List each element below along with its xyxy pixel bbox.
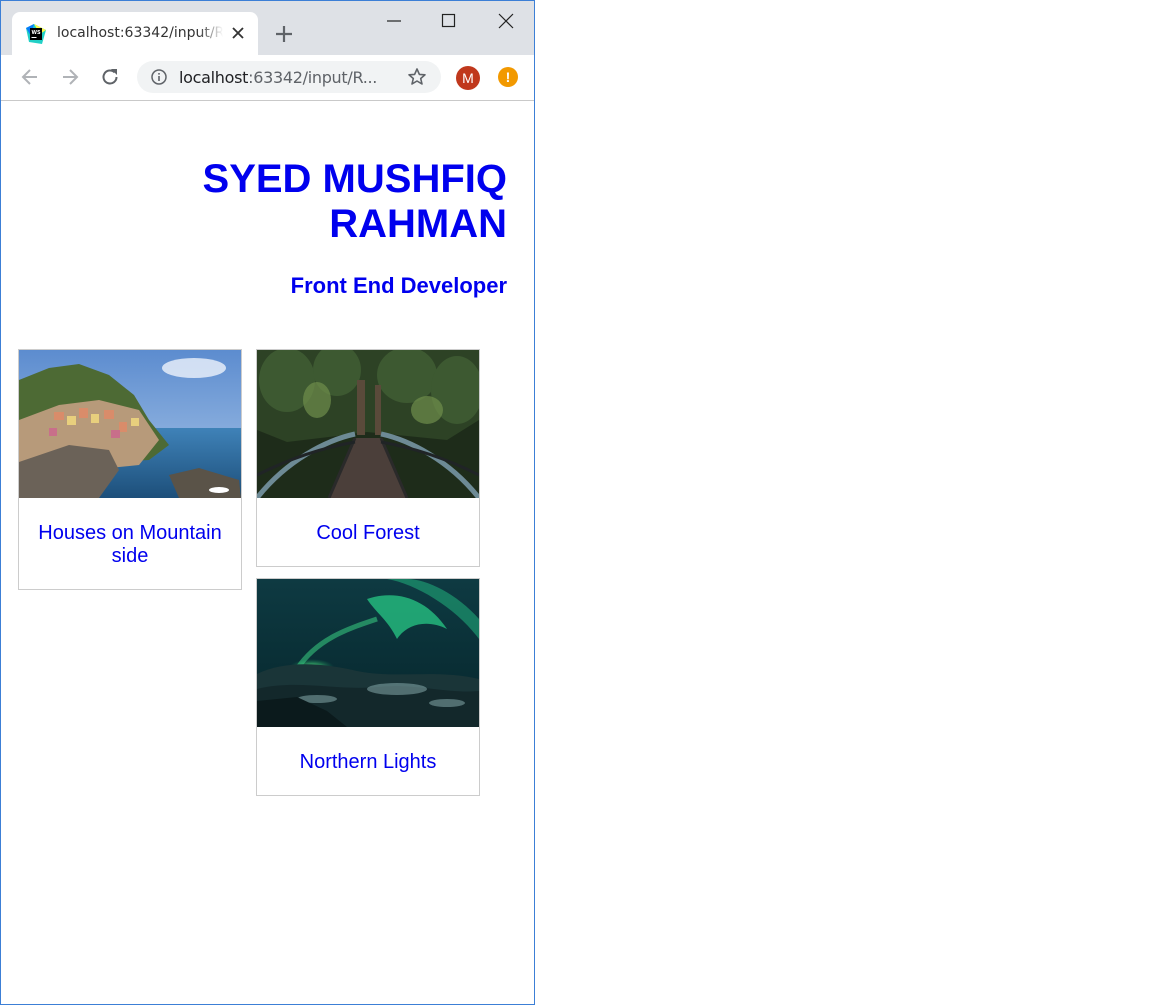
forward-icon[interactable] xyxy=(58,65,82,89)
address-bar[interactable]: localhost:63342/input/R... xyxy=(137,61,441,93)
reload-icon[interactable] xyxy=(98,65,122,89)
card-caption[interactable]: Northern Lights xyxy=(257,727,479,795)
browser-tab[interactable]: WS localhost:63342/input/RWD xyxy=(12,12,258,55)
photo-northern-lights xyxy=(257,579,479,727)
alert-icon[interactable]: ! xyxy=(498,67,518,87)
gallery-card[interactable]: Houses on Mountain side xyxy=(18,349,242,590)
gallery-card[interactable]: Cool Forest xyxy=(256,349,480,567)
page-content: SYED MUSHFIQ RAHMAN Front End Developer xyxy=(1,101,534,1004)
close-window-icon[interactable] xyxy=(494,9,518,33)
url-path: :63342/input/R... xyxy=(248,68,378,87)
browser-window: WS localhost:63342/input/RWD xyxy=(0,0,535,1005)
close-tab-icon[interactable] xyxy=(230,25,246,41)
card-caption[interactable]: Houses on Mountain side xyxy=(19,498,241,589)
photo-cool-forest xyxy=(257,350,479,498)
avatar[interactable]: M xyxy=(456,66,480,90)
browser-toolbar: localhost:63342/input/R... M ! xyxy=(1,55,534,101)
photo-houses-on-mountain xyxy=(19,350,241,498)
new-tab-icon[interactable] xyxy=(273,23,295,45)
page-subtitle: Front End Developer xyxy=(290,273,507,298)
tab-title: localhost:63342/input/RWD xyxy=(57,25,223,41)
card-caption[interactable]: Cool Forest xyxy=(257,498,479,566)
minimize-icon[interactable] xyxy=(382,9,406,33)
page-title: SYED MUSHFIQ RAHMAN xyxy=(202,157,507,246)
info-icon[interactable] xyxy=(151,69,167,85)
back-icon[interactable] xyxy=(18,65,42,89)
maximize-icon[interactable] xyxy=(437,9,461,33)
star-icon[interactable] xyxy=(407,67,427,87)
url-text: localhost:63342/input/R... xyxy=(179,68,377,87)
url-host: localhost xyxy=(179,68,249,87)
svg-text:WS: WS xyxy=(32,30,42,36)
gallery-card[interactable]: Northern Lights xyxy=(256,578,480,796)
tab-strip: WS localhost:63342/input/RWD xyxy=(1,1,534,55)
webstorm-favicon-icon: WS xyxy=(26,24,46,44)
